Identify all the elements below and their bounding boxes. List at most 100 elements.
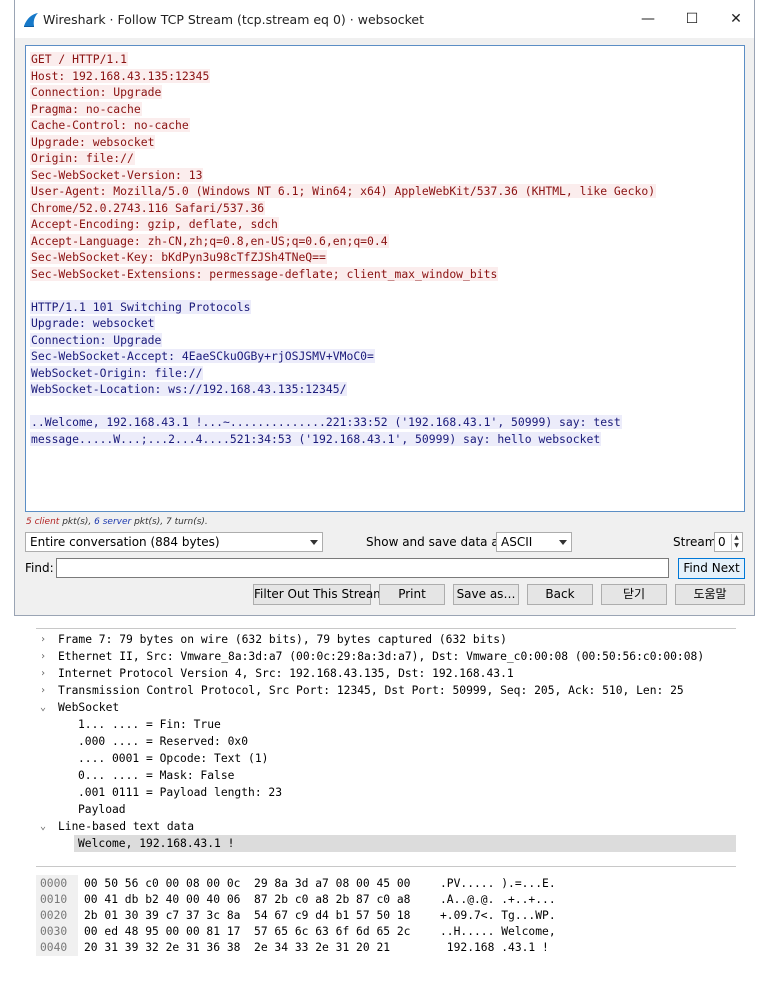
tree-row[interactable]: › Transmission Control Protocol, Src Port… [36,682,736,699]
server-line-text: Sec-WebSocket-Accept: 4EaeSCkuOGBy+rjOSJ… [30,349,375,363]
client-line: Accept-Encoding: gzip, deflate, sdch [30,216,744,233]
server-line: WebSocket-Location: ws://192.168.43.135:… [30,381,744,398]
tree-row-text: 0... .... = Mask: False [78,769,235,782]
client-line: Cache-Control: no-cache [30,117,744,134]
client-line: Pragma: no-cache [30,101,744,118]
tree-row-text: Transmission Control Protocol, Src Port:… [58,684,684,697]
client-line-text: Sec-WebSocket-Version: 13 [30,167,204,182]
tree-row-text: .001 0111 = Payload length: 23 [78,786,283,799]
tree-row[interactable]: 1... .... = Fin: True [36,716,736,733]
print-button[interactable]: Print [379,584,445,605]
collapsed-chevron-icon[interactable]: › [40,648,50,665]
hex-row[interactable]: 0040 20 31 39 32 2e 31 36 38 2e 34 33 2e … [36,939,736,956]
hex-offset: 0000 [36,875,78,892]
client-line: Chrome/52.0.2743.116 Safari/537.36 [30,200,744,217]
tree-row[interactable]: › Frame 7: 79 bytes on wire (632 bits), 7… [36,631,736,648]
hex-row[interactable]: 0000 00 50 56 c0 00 08 00 0c 29 8a 3d a7 … [36,875,736,892]
packet-details-tree[interactable]: › Frame 7: 79 bytes on wire (632 bits), 7… [36,628,736,852]
client-line: User-Agent: Mozilla/5.0 (Windows NT 6.1;… [30,183,744,200]
hex-ascii: +.09.7<. Tg...WP. [440,909,556,922]
tree-row[interactable]: 0... .... = Mask: False [36,767,736,784]
client-line-text: User-Agent: Mozilla/5.0 (Windows NT 6.1;… [30,184,657,198]
server-word: server [102,517,132,527]
client-line: GET / HTTP/1.1 [30,51,744,68]
tree-row[interactable]: › Ethernet II, Src: Vmware_8a:3d:a7 (00:0… [36,648,736,665]
server-line-text: Connection: Upgrade [30,332,163,347]
hex-bytes: 20 31 39 32 2e 31 36 38 2e 34 33 2e 31 2… [84,941,391,954]
tree-row[interactable]: › Internet Protocol Version 4, Src: 192.1… [36,665,736,682]
collapsed-chevron-icon[interactable]: › [40,682,50,699]
hex-offset: 0030 [36,923,78,940]
collapsed-chevron-icon[interactable]: › [40,631,50,648]
minimize-button[interactable]: — [637,8,659,30]
save-as-button[interactable]: Save as… [453,584,519,605]
back-button[interactable]: Back [527,584,593,605]
stream-content-view[interactable]: GET / HTTP/1.1 Host: 192.168.43.135:12345… [25,45,745,512]
client-line-text: Accept-Language: zh-CN,zh;q=0.8,en-US;q=… [30,233,389,248]
client-line: Sec-WebSocket-Extensions: permessage-def… [30,266,744,283]
tree-row[interactable]: Payload [36,801,736,818]
format-select[interactable]: ASCII [496,532,572,552]
server-count: 6 [94,517,100,527]
packet-bytes-pane[interactable]: 0000 00 50 56 c0 00 08 00 0c 29 8a 3d a7 … [36,866,736,956]
server-line-text: HTTP/1.1 101 Switching Protocols [30,299,252,314]
hex-row[interactable]: 0010 00 41 db b2 40 00 40 06 87 2b c0 a8 … [36,891,736,908]
window-title: Wireshark · Follow TCP Stream (tcp.strea… [43,12,424,27]
hex-row[interactable]: 0030 00 ed 48 95 00 00 81 17 57 65 6c 63 … [36,923,736,940]
find-next-button[interactable]: Find Next [678,558,745,579]
tree-row-text: Frame 7: 79 bytes on wire (632 bits), 79… [58,633,507,646]
spinner-arrows-icon[interactable]: ▲ ▼ [731,534,741,550]
data-line-text: ..Welcome, 192.168.43.1 !...~...........… [30,415,622,429]
client-count: 5 [26,517,32,527]
tree-row[interactable]: Welcome, 192.168.43.1 ! [74,835,736,852]
client-line: Upgrade: websocket [30,134,744,151]
hex-bytes: 2b 01 30 39 c7 37 3c 8a 54 67 c9 d4 b1 5… [84,909,411,922]
tree-row[interactable]: .000 .... = Reserved: 0x0 [36,733,736,750]
close-window-button[interactable]: ✕ [725,8,747,30]
hex-row[interactable]: 0020 2b 01 30 39 c7 37 3c 8a 54 67 c9 d4 … [36,907,736,924]
show-save-label: Show and save data as [366,535,505,549]
chevron-down-icon [310,540,318,545]
help-button[interactable]: 도움말 [675,584,745,605]
find-label: Find: [25,561,54,575]
maximize-button[interactable]: ☐ [681,8,703,30]
expanded-chevron-icon[interactable]: ⌄ [40,699,50,716]
collapsed-chevron-icon[interactable]: › [40,665,50,682]
client-line-text: GET / HTTP/1.1 [30,52,129,66]
close-button[interactable]: 닫기 [601,584,667,605]
tree-row-text: 1... .... = Fin: True [78,718,221,731]
client-line: Sec-WebSocket-Version: 13 [30,167,744,184]
conversation-select[interactable]: Entire conversation (884 bytes) [25,532,323,552]
hex-bytes: 00 ed 48 95 00 00 81 17 57 65 6c 63 6f 6… [84,925,411,938]
stats-middle: pkt(s), [62,517,95,527]
conversation-value: Entire conversation (884 bytes) [30,535,220,549]
client-line: Host: 192.168.43.135:12345 [30,68,744,85]
tree-row[interactable]: .... 0001 = Opcode: Text (1) [36,750,736,767]
client-line-text: Connection: Upgrade [30,85,163,99]
server-line: Sec-WebSocket-Accept: 4EaeSCkuOGBy+rjOSJ… [30,348,744,365]
stats-tail: pkt(s), 7 turn(s). [134,517,208,527]
client-line: Origin: file:// [30,150,744,167]
hex-offset: 0040 [36,939,78,956]
tree-row-text: .000 .... = Reserved: 0x0 [78,735,249,748]
tree-row[interactable]: .001 0111 = Payload length: 23 [36,784,736,801]
client-line-text: Pragma: no-cache [30,101,142,116]
tree-row-text: Payload [78,803,126,816]
title-bar[interactable]: Wireshark · Follow TCP Stream (tcp.strea… [15,0,754,38]
tree-row[interactable]: ⌄ Line-based text data [36,818,736,835]
filter-out-stream-button[interactable]: Filter Out This Stream [253,584,385,605]
stream-number-spinner[interactable]: 0 ▲ ▼ [714,532,743,552]
expanded-chevron-icon[interactable]: ⌄ [40,818,50,835]
client-line: Connection: Upgrade [30,84,744,101]
client-line-text: Sec-WebSocket-Key: bKdPyn3u98cTfZJSh4TNe… [30,250,327,264]
hex-bytes: 00 41 db b2 40 00 40 06 87 2b c0 a8 2b 8… [84,893,411,906]
hex-offset: 0010 [36,891,78,908]
client-line: Sec-WebSocket-Key: bKdPyn3u98cTfZJSh4TNe… [30,249,744,266]
tree-row[interactable]: ⌄ WebSocket [36,699,736,716]
client-word: client [34,517,60,527]
server-line-text: WebSocket-Origin: file:// [30,365,204,380]
find-input[interactable] [56,558,669,578]
data-line: message.....W...;...2...4....521:34:53 (… [30,431,744,448]
